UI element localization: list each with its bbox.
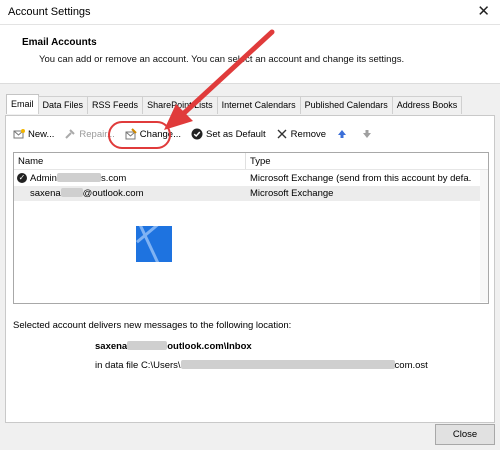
new-label: New... [28,128,55,140]
account-name: saxena @outlook.com [30,188,144,199]
tab-email[interactable]: Email [6,94,39,114]
section-title: Email Accounts [22,37,97,48]
checkmark-circle-icon [191,128,203,140]
table-row[interactable]: ✓ Admin s.com Microsoft Exchange (send fr… [14,171,488,186]
arrow-down-icon [361,128,373,140]
window-title: Account Settings [8,6,91,18]
tab-strip: Email Data Files RSS Feeds SharePoint Li… [6,94,463,114]
header-area: Email Accounts You can add or remove an … [0,25,500,84]
windows-logo-icon [136,226,172,262]
account-type: Microsoft Exchange (send from this accou… [250,173,472,184]
account-toolbar: New... Repair... Change... Set as Defaul… [13,125,386,143]
set-as-default-label: Set as Default [206,128,266,140]
list-header: Name Type [14,153,488,170]
move-up-button[interactable] [336,128,351,140]
column-name-header[interactable]: Name [18,156,43,167]
default-account-check-icon: ✓ [17,173,27,183]
redacted-block [56,173,101,182]
highlight-circle [108,121,171,149]
tab-sharepoint-lists[interactable]: SharePoint Lists [142,96,218,114]
section-description: You can add or remove an account. You ca… [39,54,405,65]
close-icon[interactable]: ✕ [477,2,490,20]
remove-x-icon [276,128,288,140]
set-as-default-button[interactable]: Set as Default [191,128,266,140]
new-account-icon [13,128,25,140]
redacted-block [60,188,83,197]
tab-published-calendars[interactable]: Published Calendars [299,96,393,114]
redacted-block [127,341,168,350]
table-row[interactable]: saxena @outlook.com Microsoft Exchange [14,186,488,201]
delivery-folder-path: saxena outlook.com\Inbox [95,341,252,352]
account-type: Microsoft Exchange [250,188,334,199]
title-bar: Account Settings ✕ [0,0,500,25]
tab-address-books[interactable]: Address Books [391,96,463,114]
data-file-path: in data file C:\Users\ com.ost [95,360,428,371]
tab-internet-calendars[interactable]: Internet Calendars [216,96,301,114]
arrow-up-icon [336,128,348,140]
tab-data-files[interactable]: Data Files [37,96,89,114]
remove-label: Remove [290,128,327,140]
email-tab-panel: New... Repair... Change... Set as Defaul… [5,115,495,423]
accounts-list[interactable]: Name Type ✓ Admin s.com Microsoft Exchang… [13,152,489,304]
move-down-button[interactable] [361,128,376,140]
account-name: Admin s.com [30,173,127,184]
new-button[interactable]: New... [13,128,54,140]
column-type-header[interactable]: Type [250,156,271,167]
column-separator[interactable] [245,153,246,169]
wrench-icon [64,128,76,140]
tab-rss-feeds[interactable]: RSS Feeds [87,96,144,114]
delivery-label: Selected account delivers new messages t… [13,320,292,331]
remove-button[interactable]: Remove [276,128,326,140]
redacted-block [180,360,395,369]
close-button[interactable]: Close [435,424,495,445]
list-scrollbar[interactable] [480,170,488,302]
